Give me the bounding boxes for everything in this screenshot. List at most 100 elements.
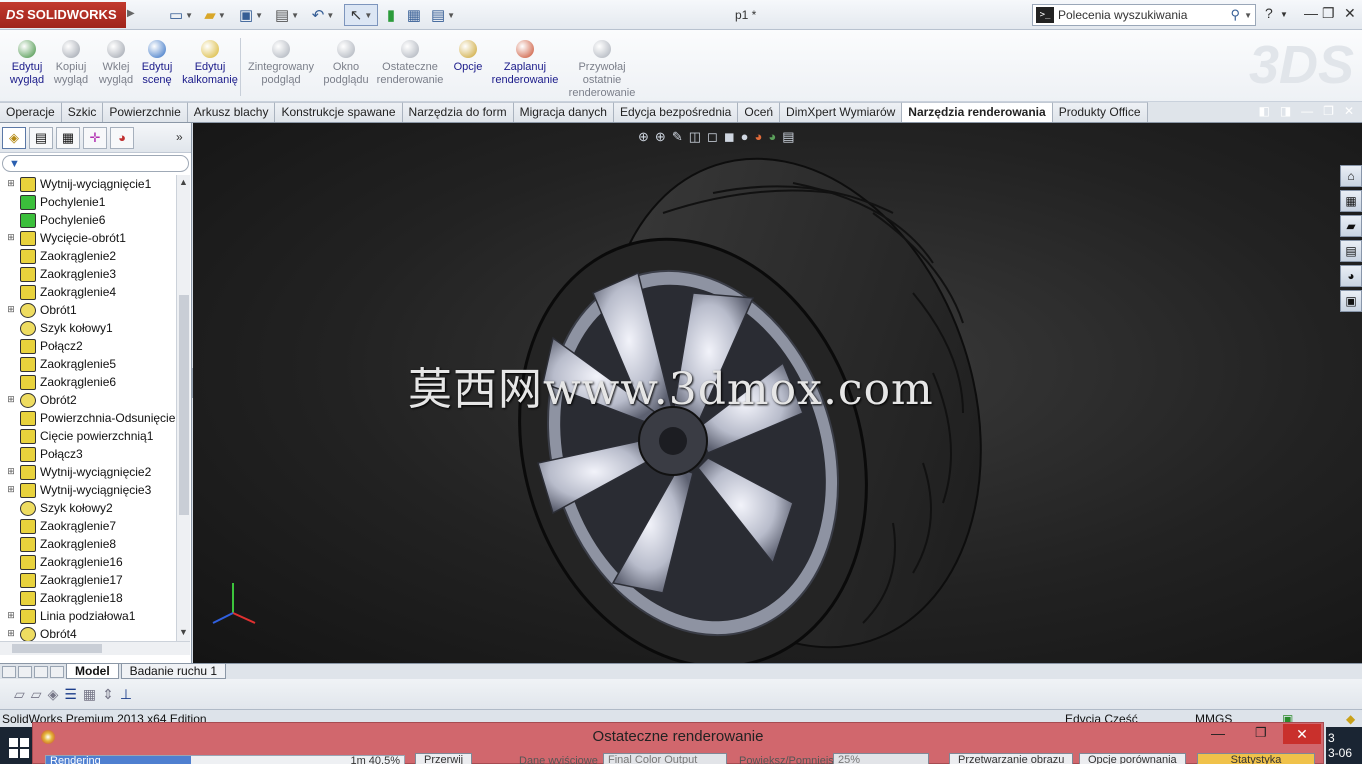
copy-appearance-button[interactable]: Kopiuj wygląd — [52, 40, 90, 87]
pause-render-button[interactable]: Przerwij — [415, 753, 473, 764]
output-select[interactable]: Final Color Output — [603, 753, 727, 764]
tree-item[interactable]: Zaokrąglenie6 — [0, 373, 176, 391]
tree-item[interactable]: Zaokrąglenie8 — [0, 535, 176, 553]
tree-item[interactable]: Zaokrąglenie16 — [0, 553, 176, 571]
custom-properties-icon[interactable]: ▣ — [1340, 290, 1362, 312]
tab-szkic[interactable]: Szkic — [61, 102, 104, 122]
statistics-button[interactable]: Statystyka — [1197, 753, 1315, 764]
scroll-thumb[interactable] — [179, 295, 189, 515]
tab-narz-dzia-do-form[interactable]: Narzędzia do form — [402, 102, 514, 122]
compare-options-button[interactable]: Opcje porównania — [1079, 753, 1186, 764]
cube-view-icon[interactable]: ▱ — [14, 686, 25, 703]
tree-item[interactable]: ⊞ Wytnij-wyciągnięcie2 — [0, 463, 176, 481]
vertical-spacing-icon[interactable]: ⇕ — [102, 686, 114, 703]
property-manager-tab[interactable]: ▤ — [29, 126, 53, 149]
minimize-button[interactable]: — — [1304, 5, 1318, 21]
rotate-view-icon[interactable]: ◈ — [48, 686, 59, 703]
dimxpert-manager-tab[interactable]: ✛ — [83, 126, 107, 149]
tree-item[interactable]: ⊞ Obrót1 — [0, 301, 176, 319]
doc-minimize-icon[interactable]: — — [1301, 104, 1313, 118]
tree-item[interactable]: Powierzchnia-Odsunięcie — [0, 409, 176, 427]
dialog-maximize-button[interactable]: ❐ — [1255, 725, 1267, 741]
tree-item[interactable]: Zaokrąglenie5 — [0, 355, 176, 373]
tree-item[interactable]: Połącz3 — [0, 445, 176, 463]
windows-start-icon[interactable] — [9, 738, 29, 758]
expand-icon[interactable]: ⊞ — [6, 629, 16, 639]
timeline-list-icon[interactable]: ☰ — [64, 686, 77, 703]
tree-item[interactable]: Połącz2 — [0, 337, 176, 355]
rebuild-button[interactable]: ▮ — [384, 4, 398, 26]
solidworks-logo[interactable]: DS SOLIDWORKS — [0, 2, 126, 28]
paste-appearance-button[interactable]: Wklej wygląd — [96, 40, 136, 87]
tree-item[interactable]: Szyk kołowy2 — [0, 499, 176, 517]
file-explorer-icon[interactable]: ▰ — [1340, 215, 1362, 237]
tab-edycja-bezpo-rednia[interactable]: Edycja bezpośrednia — [613, 102, 739, 122]
file-properties-button[interactable]: ▦ — [404, 4, 424, 26]
tab-konstrukcje-spawane[interactable]: Konstrukcje spawane — [275, 102, 403, 122]
image-processing-button[interactable]: Przetwarzanie obrazu — [949, 753, 1074, 764]
search-commands-box[interactable]: >_ Polecenia wyszukiwania ⚲ ▼ — [1032, 4, 1256, 26]
select-button[interactable]: ↖ ▼ — [344, 4, 378, 26]
tree-item[interactable]: Zaokrąglenie4 — [0, 283, 176, 301]
prev-tab-icon[interactable] — [18, 665, 32, 678]
integrated-preview-button[interactable]: Zintegrowany podgląd — [244, 40, 318, 87]
next-window-icon[interactable]: ◨ — [1280, 104, 1291, 118]
zoom-select[interactable]: 25% — [833, 753, 929, 764]
new-document-button[interactable]: ▭ ▼ — [166, 4, 196, 26]
configuration-manager-tab[interactable]: ▦ — [56, 126, 80, 149]
expand-icon[interactable]: ⊞ — [6, 485, 16, 495]
tree-item[interactable]: Zaokrąglenie7 — [0, 517, 176, 535]
cube-view-2-icon[interactable]: ▱ — [31, 686, 42, 703]
doc-restore-icon[interactable]: ❐ — [1323, 104, 1334, 118]
close-button[interactable]: ✕ — [1344, 5, 1356, 22]
status-tools-icon[interactable]: ◆ — [1346, 712, 1355, 726]
scroll-down-icon[interactable]: ▼ — [179, 627, 188, 637]
help-button[interactable]: ? — [1265, 5, 1273, 21]
open-button[interactable]: ▰ ▼ — [200, 4, 230, 26]
expand-icon[interactable]: ⊞ — [6, 233, 16, 243]
tree-item[interactable]: Pochylenie1 — [0, 193, 176, 211]
tree-item[interactable]: Zaokrąglenie3 — [0, 265, 176, 283]
display-manager-tab[interactable]: ◕ — [110, 126, 134, 149]
search-icon[interactable]: ⚲ — [1231, 7, 1241, 23]
appearances-icon[interactable]: ◕ — [1340, 265, 1362, 287]
tab-powierzchnie[interactable]: Powierzchnie — [103, 102, 188, 122]
prev-window-icon[interactable]: ◧ — [1258, 104, 1269, 118]
appearance-button[interactable]: Edytuj wygląd — [5, 40, 49, 87]
timeline-axis-icon[interactable]: ⊥ — [120, 686, 132, 703]
horizontal-scroll-thumb[interactable] — [12, 644, 102, 653]
first-tab-icon[interactable] — [2, 665, 16, 678]
tree-item[interactable]: ⊞ Linia podziałowa1 — [0, 607, 176, 625]
scroll-up-icon[interactable]: ▲ — [179, 177, 188, 187]
tree-item[interactable]: ⊞ Wytnij-wyciągnięcie1 — [0, 175, 176, 193]
tree-item[interactable]: ⊞ Wytnij-wyciągnięcie3 — [0, 481, 176, 499]
tree-item[interactable]: Zaokrąglenie17 — [0, 571, 176, 589]
recall-render-button[interactable]: Przywołaj ostatnie renderowanie — [566, 40, 638, 100]
preview-window-button[interactable]: Okno podglądu — [322, 40, 370, 87]
tab-arkusz-blachy[interactable]: Arkusz blachy — [187, 102, 276, 122]
save-button[interactable]: ▣ ▼ — [236, 4, 266, 26]
restore-button[interactable]: ❐ — [1322, 5, 1335, 22]
tab-operacje[interactable]: Operacje — [0, 102, 62, 122]
print-button[interactable]: ▤ ▼ — [272, 4, 302, 26]
tree-item[interactable]: Szyk kołowy1 — [0, 319, 176, 337]
expand-icon[interactable]: ⊞ — [6, 467, 16, 477]
schedule-render-button[interactable]: Zaplanuj renderowanie — [488, 40, 562, 87]
search-input[interactable]: Polecenia wyszukiwania — [1058, 8, 1231, 22]
dialog-minimize-button[interactable]: — — [1211, 725, 1225, 741]
next-tab-icon[interactable] — [34, 665, 48, 678]
tab-produkty-office[interactable]: Produkty Office — [1052, 102, 1148, 122]
options-button[interactable]: ▤ ▼ — [428, 4, 458, 26]
bottom-tab-motion-study[interactable]: Badanie ruchu 1 — [120, 664, 227, 679]
menu-expand-icon[interactable]: ▶ — [127, 8, 135, 19]
tab-dimxpert-wymiar-w[interactable]: DimXpert Wymiarów — [780, 102, 903, 122]
decal-button[interactable]: Edytuj kalkomanię — [182, 40, 238, 87]
tree-item[interactable]: ⊞ Obrót4 — [0, 625, 176, 641]
expand-icon[interactable]: ⊞ — [6, 179, 16, 189]
tree-item[interactable]: Cięcie powierzchnią1 — [0, 427, 176, 445]
view-palette-icon[interactable]: ▤ — [1340, 240, 1362, 262]
tree-vertical-scrollbar[interactable]: ▲ ▼ — [176, 175, 190, 641]
taskbar-clock[interactable]: 3 3-06 — [1326, 727, 1362, 764]
tab-oce-[interactable]: Oceń — [738, 102, 781, 122]
bottom-tab-model[interactable]: Model — [66, 664, 119, 679]
